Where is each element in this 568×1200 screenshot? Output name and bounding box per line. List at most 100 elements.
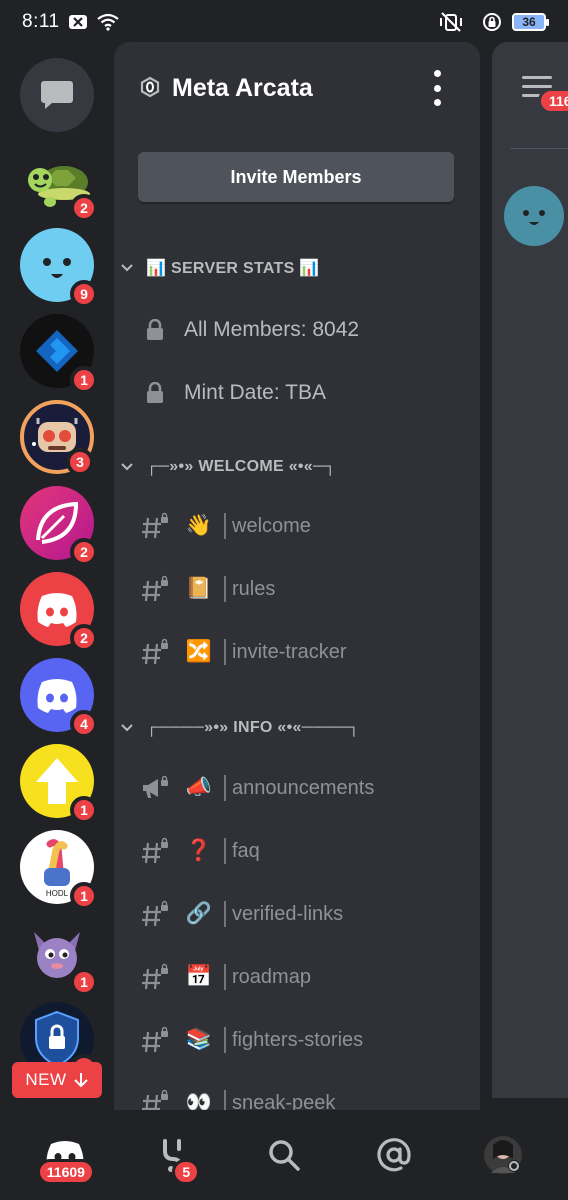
category-server-stats[interactable]: 📊 SERVER STATS 📊 xyxy=(120,253,320,283)
status-time: 8:11 xyxy=(22,11,60,32)
home-unread-badge: 11609 xyxy=(36,1159,95,1185)
chevron-down-icon xyxy=(120,264,134,272)
bottom-navigation: 11609 5 xyxy=(0,1110,568,1200)
channel-sneak-peek[interactable]: 👀 sneak-peek xyxy=(114,1077,480,1110)
channel-label: roadmap xyxy=(232,965,311,988)
channel-welcome[interactable]: 👋 welcome xyxy=(114,500,480,552)
channel-emoji: 📚 xyxy=(185,1028,213,1051)
wifi-icon xyxy=(96,13,120,31)
nav-mentions[interactable] xyxy=(364,1125,424,1185)
chat-bubble-icon xyxy=(41,81,73,109)
more-options-icon[interactable] xyxy=(432,70,442,106)
channel-label: verified-links xyxy=(232,902,344,925)
channel-emoji: 👀 xyxy=(185,1091,213,1110)
avatar xyxy=(484,1136,523,1174)
unread-badge: 1 xyxy=(70,882,98,910)
locked-hashtag-icon xyxy=(140,962,170,992)
chat-peek[interactable]: 1160 xyxy=(492,42,568,1098)
channel-label: All Members: 8042 xyxy=(184,318,360,341)
server-hodl[interactable]: HODL 1 xyxy=(20,830,98,910)
server-discord-red[interactable]: 2 xyxy=(20,572,98,652)
peek-divider xyxy=(510,148,568,149)
channel-label: sneak-peek xyxy=(232,1091,336,1111)
svg-text:HODL: HODL xyxy=(46,889,69,898)
server-discord-blurple[interactable]: 4 xyxy=(20,658,98,738)
server-turtle[interactable]: 2 xyxy=(20,142,98,222)
search-icon xyxy=(269,1140,300,1171)
unread-badge: 2 xyxy=(70,624,98,652)
locked-hashtag-icon xyxy=(140,637,170,667)
channel-emoji: ❓ xyxy=(185,839,213,862)
channel-label: Mint Date: TBA xyxy=(184,381,326,404)
avatar[interactable] xyxy=(504,186,564,246)
nav-home[interactable]: 11609 xyxy=(35,1125,95,1185)
locked-megaphone-icon xyxy=(140,773,170,803)
server-robot[interactable]: 3 xyxy=(20,400,94,476)
unread-badge: 3 xyxy=(66,448,94,476)
channel-label: fighters-stories xyxy=(232,1028,364,1051)
server-rail[interactable]: 2 9 1 3 2 2 4 1 HODL 1 1 xyxy=(0,44,114,1110)
locked-hashtag-icon xyxy=(140,1025,170,1055)
channel-mint-date[interactable]: Mint Date: TBA xyxy=(114,367,480,419)
channel-label: rules xyxy=(232,577,276,600)
channel-label: announcements xyxy=(232,776,375,799)
unread-badge: 9 xyxy=(70,280,98,308)
category-info[interactable]: ┌────»•» INFO «•«────┐ xyxy=(120,713,360,743)
unread-badge: 2 xyxy=(70,538,98,566)
unread-badge: 1 xyxy=(70,796,98,824)
unread-badge: 1 xyxy=(70,366,98,394)
server-blue-face[interactable]: 9 xyxy=(20,228,98,308)
invite-members-button[interactable]: Invite Members xyxy=(138,152,454,202)
notification-icon xyxy=(68,14,88,30)
channel-fighters-stories[interactable]: 📚 fighters-stories xyxy=(114,1014,480,1066)
server-name: Meta Arcata xyxy=(172,73,313,102)
direct-messages-button[interactable] xyxy=(20,58,94,132)
category-welcome[interactable]: ┌─»•» WELCOME «•«─┐ xyxy=(120,452,336,482)
server-bat[interactable]: 1 xyxy=(20,916,98,996)
friends-unread-badge: 5 xyxy=(172,1159,201,1185)
new-unreads-button[interactable]: NEW xyxy=(12,1062,102,1098)
vibrate-off-icon xyxy=(438,12,464,32)
channel-panel: Meta Arcata Invite Members 📊 SERVER STAT… xyxy=(114,42,480,1110)
nav-friends[interactable]: 5 xyxy=(144,1125,204,1185)
server-leaf[interactable]: 2 xyxy=(20,486,98,566)
new-pill-label: NEW xyxy=(25,1070,67,1089)
server-arrow[interactable]: 1 xyxy=(20,744,98,824)
lock-icon xyxy=(140,315,170,345)
category-label: ┌─»•» WELCOME «•«─┐ xyxy=(146,458,337,475)
server-header[interactable]: Meta Arcata xyxy=(114,42,480,134)
unread-badge: 4 xyxy=(70,710,98,738)
server-diamond[interactable]: 1 xyxy=(20,314,98,394)
channel-emoji: 📅 xyxy=(185,965,213,988)
status-right: 36 xyxy=(430,12,549,32)
battery-indicator: 36 xyxy=(512,13,549,31)
nav-profile[interactable] xyxy=(473,1125,533,1185)
locked-hashtag-icon xyxy=(140,574,170,604)
at-mention-icon xyxy=(376,1138,411,1172)
status-bar: 8:11 36 xyxy=(0,0,568,44)
channel-rules[interactable]: 📔 rules xyxy=(114,563,480,615)
locked-hashtag-icon xyxy=(140,899,170,929)
unread-badge: 2 xyxy=(70,194,98,222)
server-guide-icon xyxy=(140,76,160,98)
arrow-down-icon xyxy=(73,1073,88,1088)
channel-roadmap[interactable]: 📅 roadmap xyxy=(114,951,480,1003)
channel-verified-links[interactable]: 🔗 verified-links xyxy=(114,888,480,940)
channel-emoji: 📣 xyxy=(185,776,213,799)
locked-hashtag-icon xyxy=(140,1088,170,1110)
channel-emoji: 🔗 xyxy=(185,902,213,925)
locked-hashtag-icon xyxy=(140,511,170,541)
unread-badge: 1 xyxy=(70,968,98,996)
peek-unread-badge: 1160 xyxy=(538,88,568,114)
chevron-down-icon xyxy=(120,463,134,471)
channel-announcements[interactable]: 📣 announcements xyxy=(114,762,480,814)
channel-faq[interactable]: ❓ faq xyxy=(114,825,480,877)
nav-search[interactable] xyxy=(254,1125,314,1185)
channel-label: faq xyxy=(232,839,260,862)
smiley-face-icon xyxy=(523,210,545,225)
category-label: 📊 SERVER STATS 📊 xyxy=(146,260,320,277)
category-label: ┌────»•» INFO «•«────┐ xyxy=(146,719,360,736)
channel-all-members[interactable]: All Members: 8042 xyxy=(114,304,480,356)
channel-invite-tracker[interactable]: 🔀 invite-tracker xyxy=(114,626,480,678)
lock-icon xyxy=(140,378,170,408)
